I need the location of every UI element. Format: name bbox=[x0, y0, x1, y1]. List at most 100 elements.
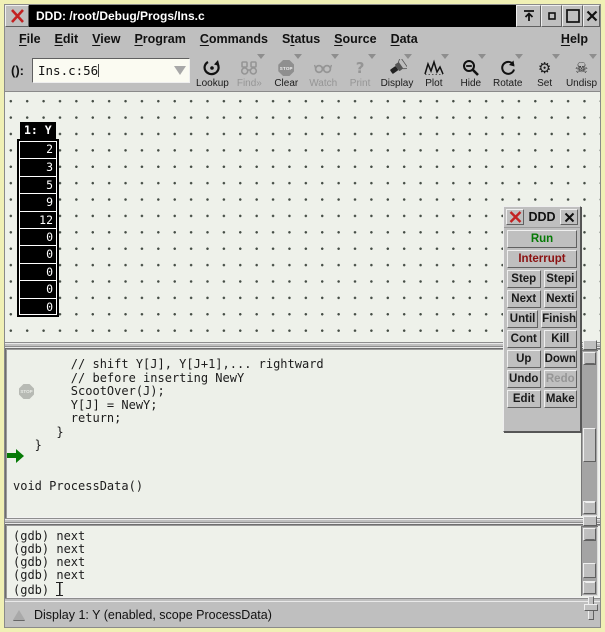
source-scrollbar[interactable] bbox=[581, 350, 598, 516]
dropdown-arrow-icon[interactable] bbox=[515, 54, 523, 59]
dropdown-arrow-icon[interactable] bbox=[589, 54, 597, 59]
display-title[interactable]: 1: Y bbox=[20, 122, 56, 140]
nexti-button[interactable]: Nexti bbox=[544, 290, 578, 308]
watch-button[interactable]: Watch bbox=[305, 51, 342, 91]
menu-edit[interactable]: Edit bbox=[55, 32, 79, 46]
array-cell[interactable]: 0 bbox=[19, 263, 57, 280]
menu-help[interactable]: Help bbox=[561, 32, 588, 46]
code-line[interactable]: // before inserting NewY bbox=[13, 372, 324, 386]
window-menu-button[interactable] bbox=[5, 5, 29, 27]
cont-button[interactable]: Cont bbox=[507, 330, 541, 348]
code-line[interactable] bbox=[13, 466, 324, 480]
stepi-button[interactable]: Stepi bbox=[544, 270, 578, 288]
rotate-button[interactable]: Rotate bbox=[489, 51, 526, 91]
scroll-down-icon[interactable] bbox=[583, 581, 596, 594]
dropdown-arrow-icon[interactable] bbox=[478, 54, 486, 59]
code-line[interactable]: } bbox=[13, 426, 324, 440]
console-text: (gdb) next (gdb) next (gdb) next (gdb) n… bbox=[13, 530, 85, 595]
combo-dropdown-icon[interactable] bbox=[174, 66, 186, 75]
display-1-y[interactable]: 1: Y 2 3 5 9 12 0 0 0 0 0 bbox=[18, 121, 58, 316]
dropdown-arrow-icon[interactable] bbox=[441, 54, 449, 59]
finish-button[interactable]: Finish bbox=[541, 310, 577, 328]
up-button[interactable]: Up bbox=[507, 350, 541, 368]
code-line[interactable]: // shift Y[J], Y[J+1],... rightward bbox=[13, 358, 324, 372]
console-prompt-line[interactable]: (gdb) bbox=[13, 582, 85, 595]
dropdown-arrow-icon[interactable] bbox=[404, 54, 412, 59]
gdb-console[interactable]: (gdb) next (gdb) next (gdb) next (gdb) n… bbox=[5, 524, 600, 598]
code-line[interactable]: void ProcessData() bbox=[13, 480, 324, 494]
array-cell[interactable]: 5 bbox=[19, 176, 57, 193]
down-button[interactable]: Down bbox=[544, 350, 578, 368]
kill-button[interactable]: Kill bbox=[544, 330, 578, 348]
command-tool-close-button[interactable] bbox=[560, 209, 578, 225]
run-button[interactable]: Run bbox=[507, 230, 577, 248]
scroll-down-icon[interactable] bbox=[583, 501, 596, 514]
pane-sash-handle[interactable] bbox=[583, 516, 597, 526]
edit-button[interactable]: Edit bbox=[507, 390, 541, 408]
maximize-button[interactable] bbox=[562, 5, 583, 27]
dropdown-arrow-icon[interactable] bbox=[331, 54, 339, 59]
code-line[interactable]: ScootOver(J); bbox=[13, 385, 324, 399]
redo-button[interactable]: Redo bbox=[544, 370, 578, 388]
make-button[interactable]: Make bbox=[544, 390, 578, 408]
scrollbar-thumb[interactable] bbox=[583, 563, 596, 578]
code-line[interactable]: } bbox=[13, 439, 324, 453]
code-line[interactable]: Y[J] = NewY; bbox=[13, 399, 324, 413]
array-cell[interactable]: 0 bbox=[19, 228, 57, 245]
command-tool[interactable]: DDD Run Interrupt Step Stepi Next Nexti … bbox=[503, 206, 581, 432]
menu-view[interactable]: View bbox=[92, 32, 120, 46]
next-button[interactable]: Next bbox=[507, 290, 541, 308]
until-button[interactable]: Until bbox=[507, 310, 538, 328]
interrupt-button[interactable]: Interrupt bbox=[507, 250, 577, 268]
lookup-button[interactable]: Lookup bbox=[194, 51, 231, 91]
print-button[interactable]: ? Print bbox=[342, 51, 379, 91]
dropdown-arrow-icon[interactable] bbox=[294, 54, 302, 59]
source-code: // shift Y[J], Y[J+1],... rightward // b… bbox=[13, 358, 324, 493]
menu-program[interactable]: Program bbox=[134, 32, 185, 46]
shade-button[interactable] bbox=[516, 5, 541, 27]
watch-icon bbox=[314, 58, 332, 78]
scroll-up-icon[interactable] bbox=[583, 352, 596, 365]
array-cell[interactable]: 0 bbox=[19, 245, 57, 262]
code-line[interactable] bbox=[13, 453, 324, 467]
set-button[interactable]: ⚙ Set bbox=[526, 51, 563, 91]
display-button[interactable]: Display bbox=[379, 51, 416, 91]
titlebar[interactable]: DDD: /root/Debug/Progs/Ins.c bbox=[5, 5, 600, 27]
array-cell[interactable]: 2 bbox=[19, 141, 57, 158]
pane-sash-handle[interactable] bbox=[583, 340, 597, 350]
array-cell[interactable]: 0 bbox=[19, 298, 57, 315]
dropdown-arrow-icon[interactable] bbox=[552, 54, 560, 59]
iconify-button[interactable] bbox=[541, 5, 562, 27]
command-tool-titlebar[interactable]: DDD bbox=[504, 207, 580, 228]
console-scrollbar[interactable] bbox=[581, 526, 598, 596]
step-button[interactable]: Step bbox=[507, 270, 541, 288]
array-cell[interactable]: 3 bbox=[19, 158, 57, 175]
plot-button[interactable]: Plot bbox=[415, 51, 452, 91]
disabled-breakpoint-stop-icon[interactable]: STOP bbox=[19, 384, 34, 399]
display-values[interactable]: 2 3 5 9 12 0 0 0 0 0 bbox=[18, 140, 58, 316]
menu-status[interactable]: Status bbox=[282, 32, 320, 46]
dropdown-arrow-icon[interactable] bbox=[257, 54, 265, 59]
undisp-button[interactable]: ☠ Undisp bbox=[563, 51, 600, 91]
dropdown-arrow-icon[interactable] bbox=[368, 54, 376, 59]
menu-source[interactable]: Source bbox=[334, 32, 376, 46]
resize-sash-handle[interactable] bbox=[584, 596, 598, 620]
clear-stop-icon: STOP bbox=[278, 58, 294, 78]
menu-file[interactable]: File bbox=[19, 32, 41, 46]
menu-commands[interactable]: Commands bbox=[200, 32, 268, 46]
close-button[interactable] bbox=[583, 5, 600, 27]
code-line[interactable]: return; bbox=[13, 412, 324, 426]
hide-button[interactable]: Hide bbox=[452, 51, 489, 91]
find-button[interactable]: Find» bbox=[231, 51, 268, 91]
scrollbar-thumb[interactable] bbox=[583, 428, 596, 462]
clear-button[interactable]: STOP Clear bbox=[268, 51, 305, 91]
array-cell[interactable]: 0 bbox=[19, 280, 57, 297]
set-icon: ⚙ bbox=[538, 58, 551, 78]
argument-input[interactable]: Ins.c:56 bbox=[32, 58, 190, 83]
status-led-icon[interactable] bbox=[13, 610, 25, 620]
array-cell[interactable]: 12 bbox=[19, 211, 57, 228]
scroll-up-icon[interactable] bbox=[583, 528, 596, 541]
array-cell[interactable]: 9 bbox=[19, 193, 57, 210]
menu-data[interactable]: Data bbox=[391, 32, 418, 46]
undo-button[interactable]: Undo bbox=[507, 370, 541, 388]
